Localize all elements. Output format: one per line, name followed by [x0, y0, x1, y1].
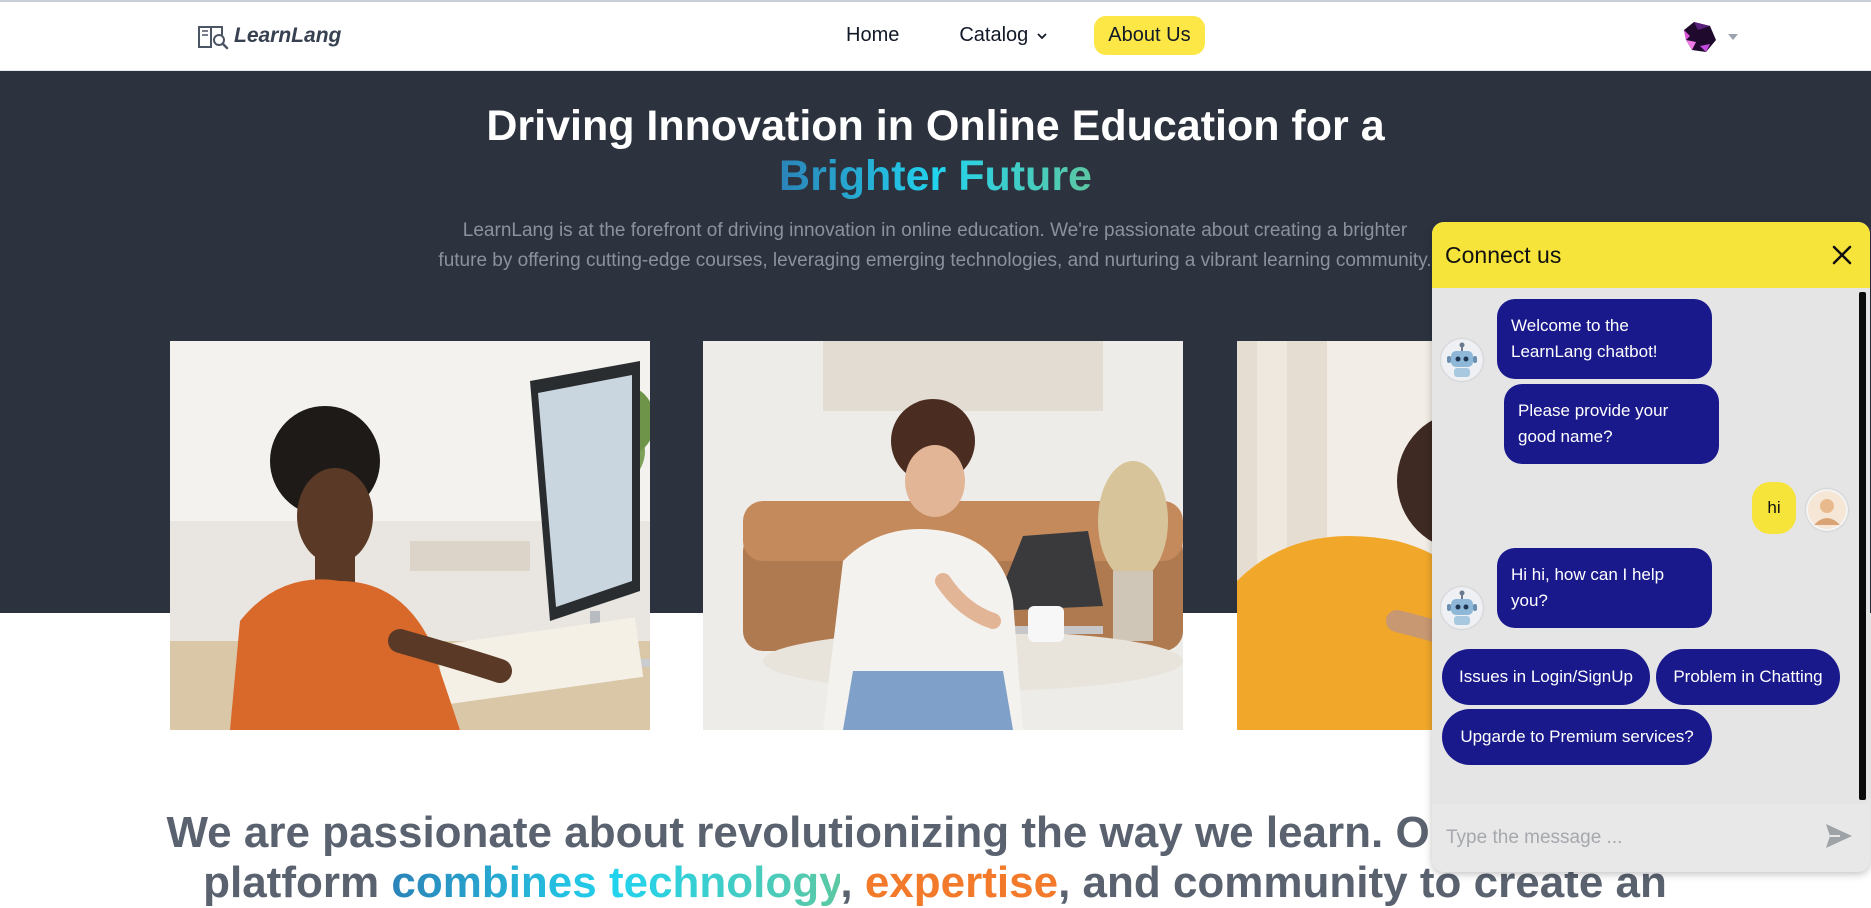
chatbot-widget: Connect us Welcome to the LearnLang chat…	[1432, 222, 1870, 872]
nav-catalog[interactable]: Catalog	[945, 16, 1062, 55]
user-avatar-icon	[1684, 22, 1716, 52]
chat-message-bot: Hi hi, how can I help you?	[1497, 548, 1712, 628]
nav-catalog-label: Catalog	[959, 24, 1029, 46]
bot-avatar	[1441, 587, 1483, 629]
robot-icon	[1447, 342, 1477, 377]
hero-subtitle-line2: future by offering cutting-edge courses,…	[438, 250, 1432, 271]
bot-avatar	[1441, 339, 1483, 381]
chat-header: Connect us	[1432, 222, 1870, 288]
hero-title: Driving Innovation in Online Education f…	[0, 101, 1871, 201]
mission-separator: ,	[840, 858, 865, 907]
chevron-down-icon	[1037, 32, 1047, 39]
brand-name: LearnLang	[234, 24, 342, 47]
nav-about-us-label: About Us	[1108, 24, 1191, 46]
nav-home-label: Home	[846, 24, 900, 46]
option-upgrade-premium[interactable]: Upgarde to Premium services?	[1442, 709, 1712, 765]
brand-logo[interactable]: LearnLang	[196, 21, 341, 51]
photo-woman-at-desktop	[170, 341, 650, 730]
chat-message-bot: Welcome to the LearnLang chatbot!	[1497, 299, 1712, 379]
nav-home[interactable]: Home	[832, 16, 913, 55]
user-person-icon	[1808, 491, 1846, 529]
send-icon[interactable]	[1824, 822, 1854, 850]
chat-scrollbar[interactable]	[1859, 292, 1866, 800]
nav-about-us[interactable]: About Us	[1094, 16, 1205, 55]
hero-subtitle-line1: LearnLang is at the forefront of driving…	[462, 220, 1408, 241]
option-issues-login-signup[interactable]: Issues in Login/SignUp	[1442, 649, 1650, 705]
mission-highlight-technology: combines technology	[391, 858, 841, 907]
chat-message-user: hi	[1752, 482, 1796, 534]
profile-menu[interactable]	[1680, 18, 1740, 56]
robot-icon	[1447, 590, 1477, 625]
mission-highlight-expertise: expertise	[864, 858, 1059, 907]
main-nav: Home Catalog About Us	[832, 16, 1237, 55]
mission-line2-start: platform	[203, 858, 392, 907]
hero-title-line1: Driving Innovation in Online Education f…	[486, 102, 1385, 150]
hero-title-highlight: Brighter Future	[779, 152, 1092, 200]
close-icon[interactable]	[1830, 243, 1854, 267]
navbar: LearnLang Home Catalog About Us	[0, 2, 1871, 71]
chat-message-bot: Please provide your good name?	[1504, 384, 1719, 464]
chat-title: Connect us	[1445, 242, 1562, 268]
chat-input-bar	[1432, 804, 1870, 872]
hero-subtitle: LearnLang is at the forefront of driving…	[420, 216, 1450, 276]
chat-message-input[interactable]	[1444, 818, 1808, 858]
photo-woman-with-laptop	[703, 341, 1183, 730]
option-problem-in-chatting[interactable]: Problem in Chatting	[1656, 649, 1840, 705]
book-search-icon	[198, 26, 229, 50]
user-avatar	[1806, 489, 1848, 531]
caret-down-icon	[1728, 34, 1738, 40]
